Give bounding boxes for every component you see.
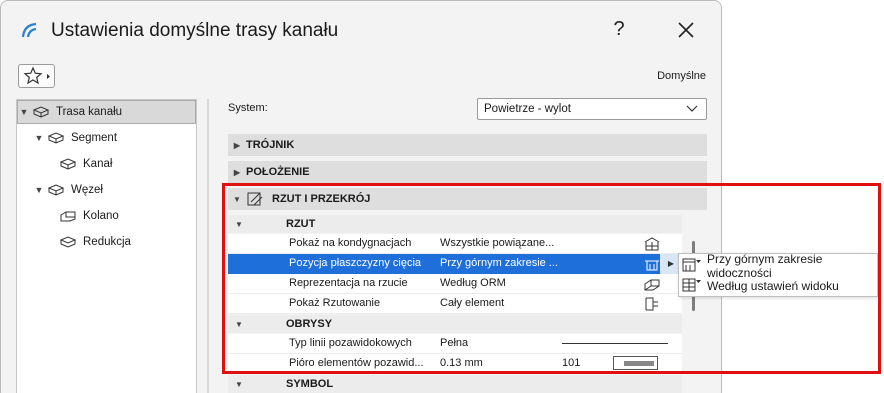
tree-item-segment[interactable]: ▼ Segment: [33, 126, 118, 150]
stories-icon: [644, 237, 660, 251]
favorites-button[interactable]: [18, 64, 55, 88]
tree-item-kolano[interactable]: Kolano: [59, 204, 119, 228]
section-label: TRÓJNIK: [246, 139, 295, 151]
property-value: Cały element: [440, 297, 505, 309]
popup-item-label: Według ustawień widoku: [707, 279, 839, 293]
group-label: RZUT: [286, 218, 316, 230]
tree-item-redukcja[interactable]: Redukcja: [59, 230, 131, 254]
popup-item-top-of-view[interactable]: Przy górnym zakresie widoczności: [679, 252, 879, 280]
default-label: Domyślne: [657, 70, 706, 82]
chevron-down-icon: ▼: [235, 319, 243, 329]
system-dropdown[interactable]: Powietrze - wylot: [477, 98, 707, 120]
section-polozenie[interactable]: ▶ POŁOŻENIE: [228, 161, 707, 183]
line-type-sample: [562, 343, 668, 344]
property-row-show-on-stories[interactable]: Pokaż na kondygnacjach Wszystkie powiąza…: [228, 234, 682, 254]
mvo-icon: [644, 279, 660, 291]
group-symbol[interactable]: ▼ SYMBOL: [228, 375, 682, 393]
property-value: Przy górnym zakresie ...: [440, 257, 558, 269]
tree-item-label: Węzeł: [71, 184, 103, 196]
property-value: Pełna: [440, 337, 469, 349]
group-rzut[interactable]: ▼ RZUT: [228, 215, 682, 233]
dialog-title: Ustawienia domyślne trasy kanału: [51, 20, 339, 41]
property-name: Pozycja płaszczyzny cięcia: [289, 257, 422, 269]
projection-icon: [645, 297, 658, 311]
tree-item-wezel[interactable]: ▼ Węzeł: [33, 178, 103, 202]
duct-icon: [59, 158, 77, 170]
tree-item-label: Segment: [71, 132, 118, 144]
floor-plan-icon: [247, 192, 263, 206]
segment-icon: [47, 132, 65, 144]
property-row-overhead-line-type[interactable]: Typ linii pozawidokowych Pełna: [228, 334, 682, 354]
chevron-down-icon: [686, 105, 698, 112]
group-obrysy[interactable]: ▼ OBRYSY: [228, 315, 682, 333]
route-icon: [32, 106, 50, 118]
popup-item-view-settings[interactable]: Według ustawień widoku: [679, 276, 879, 296]
property-value: 0.13 mm: [440, 357, 483, 369]
settings-dialog: Ustawienia domyślne trasy kanału ? Domyś…: [0, 0, 722, 393]
section-label: RZUT I PRZEKRÓJ: [272, 193, 371, 205]
tree-item-label: Redukcja: [83, 236, 131, 248]
pen-number: 101: [562, 357, 581, 369]
tree-item-label: Kanał: [83, 158, 113, 170]
chevron-down-icon[interactable]: ▼: [33, 185, 45, 195]
property-name: Pióro elementów pozawid...: [289, 357, 424, 369]
elbow-icon: [60, 211, 76, 222]
chevron-down-icon[interactable]: ▼: [18, 107, 30, 117]
tree-item-label: Trasa kanału: [56, 106, 123, 118]
panel-splitter[interactable]: [207, 99, 209, 393]
tree-item-label: Kolano: [83, 210, 119, 222]
app-logo-icon: [21, 22, 37, 38]
property-name: Pokaż Rzutowanie: [289, 297, 381, 309]
title-bar: Ustawienia domyślne trasy kanału ?: [1, 1, 721, 59]
property-value: Według ORM: [440, 277, 506, 289]
section-trojnik[interactable]: ▶ TRÓJNIK: [228, 134, 707, 156]
property-row-show-projection[interactable]: Pokaż Rzutowanie Cały element: [228, 294, 682, 314]
reducer-icon: [59, 236, 77, 248]
pen-sample[interactable]: [613, 356, 658, 370]
chevron-right-icon: ▶: [233, 140, 241, 150]
property-name: Pokaż na kondygnacjach: [289, 237, 412, 249]
cut-plane-icon: [645, 260, 659, 271]
cut-plane-top-icon: [682, 257, 702, 276]
group-label: OBRYSY: [286, 318, 333, 330]
chevron-down-icon: ▼: [235, 379, 243, 389]
chevron-right-icon: ▶: [233, 167, 241, 177]
property-row-overhead-pen[interactable]: Pióro elementów pozawid... 0.13 mm 101: [228, 354, 682, 374]
chevron-down-icon[interactable]: ▼: [33, 133, 45, 143]
property-value: Wszystkie powiązane...: [440, 237, 555, 249]
chevron-down-icon: ▼: [235, 219, 243, 229]
group-label: SYMBOL: [286, 378, 334, 390]
chevron-down-icon: ▼: [233, 194, 241, 204]
system-value: Powietrze - wylot: [484, 103, 571, 115]
tree-item-kanal[interactable]: Kanał: [59, 152, 112, 176]
property-name: Typ linii pozawidokowych: [289, 337, 412, 349]
system-label: System:: [228, 102, 268, 114]
property-name: Reprezentacja na rzucie: [289, 277, 408, 289]
section-label: POŁOŻENIE: [246, 166, 310, 178]
node-icon: [47, 184, 65, 196]
category-tree: ▼ Trasa kanału ▼ Segment Kanał ▼ Węzeł K…: [16, 99, 197, 393]
property-row-plan-representation[interactable]: Reprezentacja na rzucie Według ORM: [228, 274, 682, 294]
star-icon: [23, 66, 50, 85]
close-icon[interactable]: [675, 19, 697, 41]
cut-plane-view-icon: [682, 277, 702, 296]
tree-item-trasa-kanalu[interactable]: ▼ Trasa kanału: [17, 100, 196, 124]
help-button[interactable]: ?: [607, 18, 631, 41]
cut-plane-popup-menu: Przy górnym zakresie widoczności Według …: [678, 252, 879, 297]
property-row-cut-plane-position[interactable]: Pozycja płaszczyzny cięcia Przy górnym z…: [228, 254, 682, 274]
section-rzut-przekroj[interactable]: ▼ RZUT I PRZEKRÓJ: [228, 188, 707, 210]
